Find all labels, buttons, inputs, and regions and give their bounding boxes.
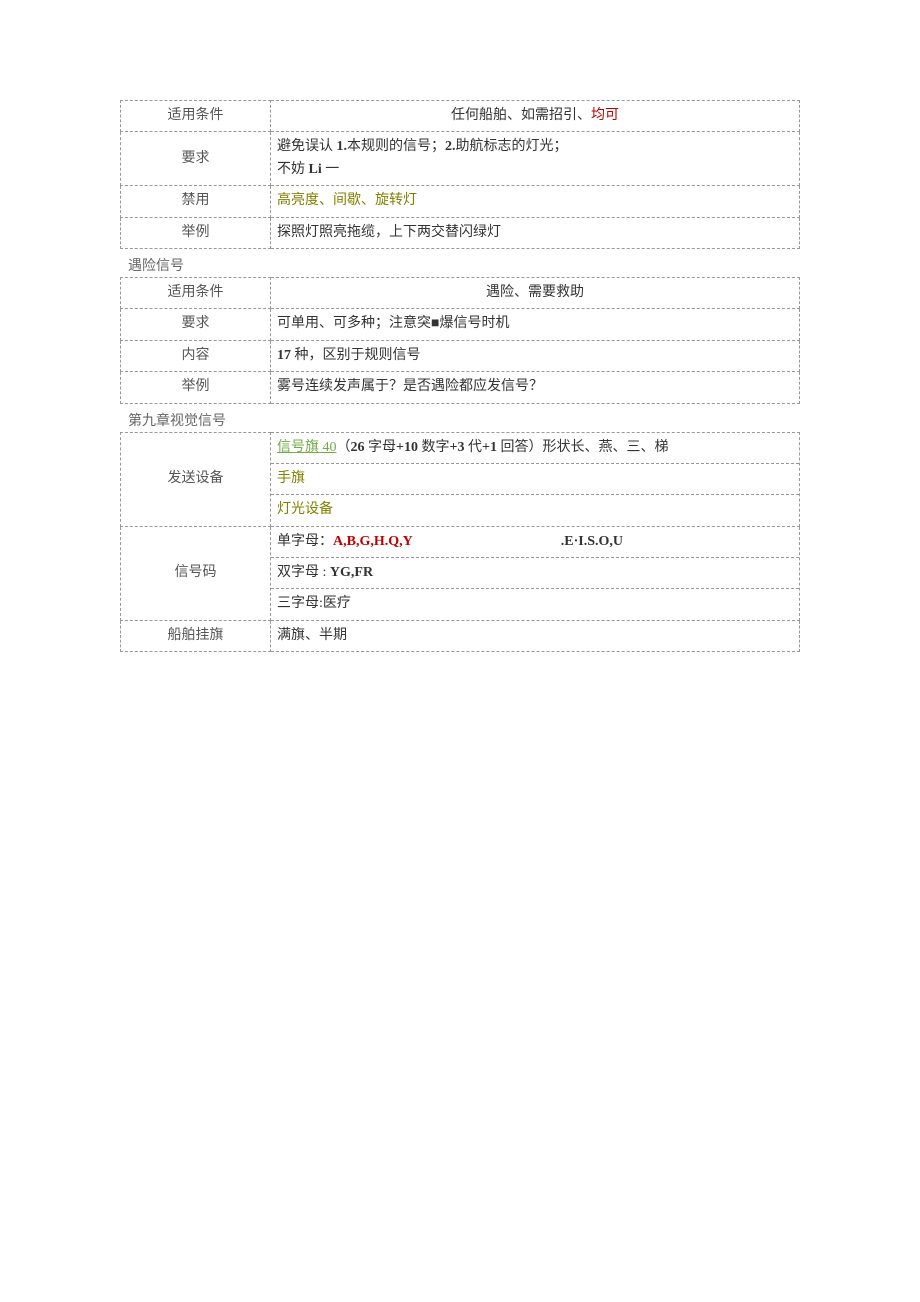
text-segment: 雾号连续发声属于？是否遇险都应发信号？ (277, 379, 543, 394)
text-segment: 1. (337, 139, 348, 154)
row-label: 举例 (121, 372, 271, 403)
inner-line: 灯光设备 (271, 495, 799, 525)
text-segment: 双字母 : (277, 565, 330, 580)
table-row: 船舶挂旗满旗、半期 (121, 620, 800, 651)
text-segment: +1 (482, 440, 500, 455)
text-segment: 本规则的信号； (347, 139, 445, 154)
section-title-visual: 第九章视觉信号 (128, 410, 800, 430)
text-segment: 字母 (368, 440, 396, 455)
row-content: 满旗、半期 (271, 620, 800, 651)
row-label-sending: 发送设备 (121, 432, 271, 526)
text-segment: 不妨 (277, 162, 309, 177)
table-row: 信号码单字母：A,B,G,H.Q,Y.E·I.S.O,U双字母 : YG,FR三… (121, 526, 800, 620)
text-segment: 2. (445, 139, 456, 154)
text-segment: 灯光设备 (277, 502, 333, 517)
text-segment: 三字母:医疗 (277, 596, 351, 611)
text-segment: 满旗、半期 (277, 628, 347, 643)
row-label: 适用条件 (121, 101, 271, 132)
table-row: 适用条件任何船舶、如需招引、均可 (121, 101, 800, 132)
text-segment: 任何船舶、如需招引、 (451, 108, 591, 123)
text-segment: 种，区别于规则信号 (295, 348, 421, 363)
text-segment: A,B,G,H.Q,Y (333, 534, 413, 549)
table-distress: 适用条件遇险、需要救助要求可单用、可多种；注意突■爆信号时机内容17 种，区别于… (120, 277, 800, 404)
row-content: 信号旗 40（26 字母+10 数字+3 代+1 回答）形状长、燕、三、梯手旗灯… (271, 432, 800, 526)
row-content: 17 种，区别于规则信号 (271, 340, 800, 371)
text-segment: 避免误认 (277, 139, 337, 154)
row-content: 任何船舶、如需招引、均可 (271, 101, 800, 132)
row-label: 禁用 (121, 186, 271, 217)
table-row: 禁用高亮度、间歇、旋转灯 (121, 186, 800, 217)
text-segment: 均可 (591, 108, 619, 123)
text-segment: YG,FR (330, 565, 373, 580)
row-label: 内容 (121, 340, 271, 371)
inner-line: 信号旗 40（26 字母+10 数字+3 代+1 回答）形状长、燕、三、梯 (271, 433, 799, 464)
text-segment: 26 (351, 440, 369, 455)
table-row: 举例雾号连续发声属于？是否遇险都应发信号？ (121, 372, 800, 403)
inner-line: 双字母 : YG,FR (271, 558, 799, 589)
text-segment: 信号旗 40 (277, 440, 337, 455)
text-segment: （ (337, 440, 351, 455)
row-label: 适用条件 (121, 277, 271, 308)
table-row: 发送设备信号旗 40（26 字母+10 数字+3 代+1 回答）形状长、燕、三、… (121, 432, 800, 526)
row-content: 雾号连续发声属于？是否遇险都应发信号？ (271, 372, 800, 403)
row-content: 探照灯照亮拖缆，上下两交替闪绿灯 (271, 217, 800, 248)
text-segment: 单字母： (277, 534, 333, 549)
row-label-flag: 船舶挂旗 (121, 620, 271, 651)
row-content: 高亮度、间歇、旋转灯 (271, 186, 800, 217)
row-label-code: 信号码 (121, 526, 271, 620)
inner-line: 单字母：A,B,G,H.Q,Y.E·I.S.O,U (271, 527, 799, 558)
table-row: 适用条件 遇险、需要救助 (121, 277, 800, 308)
row-label: 要求 (121, 132, 271, 186)
text-segment: +10 (396, 440, 421, 455)
table-row: 要求避免误认 1.本规则的信号；2.助航标志的灯光； 不妨 Li 一 (121, 132, 800, 186)
text-segment: 17 (277, 348, 295, 363)
dual-right: .E·I.S.O,U (561, 531, 793, 553)
table-row: 内容17 种，区别于规则信号 (121, 340, 800, 371)
text-segment: 手旗 (277, 471, 305, 486)
text-segment: 代 (468, 440, 482, 455)
text-segment: 回答）形状长、燕、三、梯 (500, 440, 668, 455)
dual-left: 单字母：A,B,G,H.Q,Y (277, 531, 561, 553)
row-content: 遇险、需要救助 (271, 277, 800, 308)
inner-line: 手旗 (271, 464, 799, 495)
table-row: 要求可单用、可多种；注意突■爆信号时机 (121, 309, 800, 340)
text-segment: 可单用、可多种；注意突■爆信号时机 (277, 316, 509, 331)
table-signals-1: 适用条件任何船舶、如需招引、均可要求避免误认 1.本规则的信号；2.助航标志的灯… (120, 100, 800, 249)
text-segment: .E·I.S.O,U (561, 534, 623, 549)
text-segment: 探照灯照亮拖缆，上下两交替闪绿灯 (277, 225, 501, 240)
text-segment: 高亮度、间歇、旋转灯 (277, 193, 417, 208)
row-content: 避免误认 1.本规则的信号；2.助航标志的灯光； 不妨 Li 一 (271, 132, 800, 186)
inner-line: 三字母:医疗 (271, 589, 799, 619)
text-segment: 助航标志的灯光； (456, 139, 568, 154)
row-label: 举例 (121, 217, 271, 248)
text-segment: 一 (322, 162, 340, 177)
row-content: 可单用、可多种；注意突■爆信号时机 (271, 309, 800, 340)
row-content: 单字母：A,B,G,H.Q,Y.E·I.S.O,U双字母 : YG,FR三字母:… (271, 526, 800, 620)
text-segment: Li (309, 162, 322, 177)
table-row: 举例探照灯照亮拖缆，上下两交替闪绿灯 (121, 217, 800, 248)
text-segment: 遇险、需要救助 (486, 285, 584, 300)
section-title-distress: 遇险信号 (128, 255, 800, 275)
text-segment: 数字 (421, 440, 449, 455)
text-segment: +3 (449, 440, 467, 455)
row-label: 要求 (121, 309, 271, 340)
table-visual-signals: 发送设备信号旗 40（26 字母+10 数字+3 代+1 回答）形状长、燕、三、… (120, 432, 800, 653)
